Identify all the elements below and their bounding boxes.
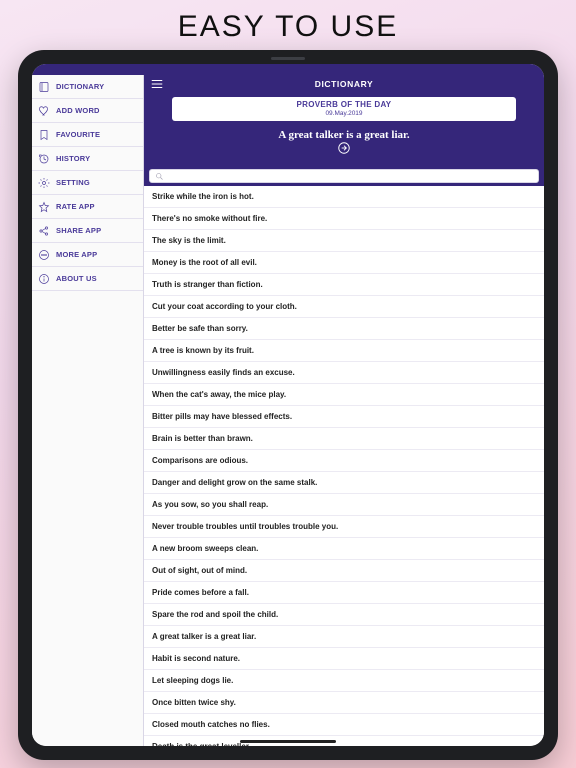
list-item[interactable]: A great talker is a great liar.	[144, 626, 544, 648]
sidebar-item-history[interactable]: HISTORY	[32, 147, 143, 171]
list-item[interactable]: Let sleeping dogs lie.	[144, 670, 544, 692]
list-item[interactable]: Out of sight, out of mind.	[144, 560, 544, 582]
heart-icon	[38, 105, 50, 117]
list-item[interactable]: Once bitten twice shy.	[144, 692, 544, 714]
sidebar-item-label: MORE APP	[56, 250, 97, 259]
list-item[interactable]: A new broom sweeps clean.	[144, 538, 544, 560]
list-item[interactable]: Strike while the iron is hot.	[144, 186, 544, 208]
gear-icon	[38, 177, 50, 189]
potd-date: 09.May.2019	[176, 110, 512, 117]
book-icon	[38, 81, 50, 93]
home-indicator	[240, 740, 336, 743]
list-item[interactable]: There's no smoke without fire.	[144, 208, 544, 230]
list-item[interactable]: A tree is known by its fruit.	[144, 340, 544, 362]
status-bar	[32, 64, 544, 75]
header: DICTIONARY PROVERB OF THE DAY 09.May.201…	[144, 75, 544, 186]
list-item[interactable]: Brain is better than brawn.	[144, 428, 544, 450]
sidebar-item-label: ADD WORD	[56, 106, 100, 115]
list-item[interactable]: Money is the root of all evil.	[144, 252, 544, 274]
sidebar-item-favourite[interactable]: FAVOURITE	[32, 123, 143, 147]
hero-title: EASY TO USE	[0, 0, 576, 50]
sidebar-item-more-app[interactable]: MORE APP	[32, 243, 143, 267]
list-item[interactable]: Bitter pills may have blessed effects.	[144, 406, 544, 428]
menu-icon[interactable]	[150, 77, 164, 91]
bookmark-icon	[38, 129, 50, 141]
potd-text: A great talker is a great liar.	[144, 127, 544, 141]
list-item[interactable]: Closed mouth catches no flies.	[144, 714, 544, 736]
next-wrap	[144, 141, 544, 165]
list-item[interactable]: As you sow, so you shall reap.	[144, 494, 544, 516]
proverb-of-day-card: PROVERB OF THE DAY 09.May.2019	[172, 97, 516, 121]
search-input[interactable]	[168, 173, 533, 180]
sidebar-item-share-app[interactable]: SHARE APP	[32, 219, 143, 243]
potd-label: PROVERB OF THE DAY	[176, 100, 512, 109]
more-icon	[38, 249, 50, 261]
sidebar-item-setting[interactable]: SETTING	[32, 171, 143, 195]
tablet-frame: DICTIONARY ADD WORD FAVOURITE HISTORY SETTIN…	[18, 50, 558, 760]
star-icon	[38, 201, 50, 213]
sidebar-item-label: HISTORY	[56, 154, 90, 163]
main-pane: DICTIONARY PROVERB OF THE DAY 09.May.201…	[144, 75, 544, 746]
list-item[interactable]: Truth is stranger than fiction.	[144, 274, 544, 296]
search-bar[interactable]	[149, 169, 539, 183]
screen: DICTIONARY ADD WORD FAVOURITE HISTORY SETTIN…	[32, 64, 544, 746]
list-item[interactable]: Cut your coat according to your cloth.	[144, 296, 544, 318]
list-item[interactable]: Better be safe than sorry.	[144, 318, 544, 340]
sidebar-item-about-us[interactable]: ABOUT US	[32, 267, 143, 291]
proverb-list[interactable]: Strike while the iron is hot.There's no …	[144, 186, 544, 746]
list-item[interactable]: When the cat's away, the mice play.	[144, 384, 544, 406]
list-item[interactable]: Danger and delight grow on the same stal…	[144, 472, 544, 494]
sidebar-item-label: FAVOURITE	[56, 130, 100, 139]
info-icon	[38, 273, 50, 285]
sidebar-item-add-word[interactable]: ADD WORD	[32, 99, 143, 123]
share-icon	[38, 225, 50, 237]
sidebar-item-dictionary[interactable]: DICTIONARY	[32, 75, 143, 99]
list-item[interactable]: Death is the great leveller.	[144, 736, 544, 746]
screen-title: DICTIONARY	[164, 79, 524, 89]
split: DICTIONARY ADD WORD FAVOURITE HISTORY SETTIN…	[32, 75, 544, 746]
title-bar: DICTIONARY	[144, 75, 544, 93]
list-item[interactable]: Pride comes before a fall.	[144, 582, 544, 604]
list-item[interactable]: Comparisons are odious.	[144, 450, 544, 472]
next-icon[interactable]	[337, 141, 351, 155]
sidebar-item-label: RATE APP	[56, 202, 95, 211]
list-item[interactable]: The sky is the limit.	[144, 230, 544, 252]
list-item[interactable]: Habit is second nature.	[144, 648, 544, 670]
list-item[interactable]: Unwillingness easily finds an excuse.	[144, 362, 544, 384]
sidebar-item-label: SETTING	[56, 178, 90, 187]
sidebar: DICTIONARY ADD WORD FAVOURITE HISTORY SETTIN…	[32, 75, 144, 746]
search-icon	[155, 172, 164, 181]
sidebar-item-label: ABOUT US	[56, 274, 97, 283]
sidebar-item-label: SHARE APP	[56, 226, 101, 235]
history-icon	[38, 153, 50, 165]
list-item[interactable]: Spare the rod and spoil the child.	[144, 604, 544, 626]
sidebar-item-label: DICTIONARY	[56, 82, 104, 91]
list-item[interactable]: Never trouble troubles until troubles tr…	[144, 516, 544, 538]
sidebar-item-rate-app[interactable]: RATE APP	[32, 195, 143, 219]
